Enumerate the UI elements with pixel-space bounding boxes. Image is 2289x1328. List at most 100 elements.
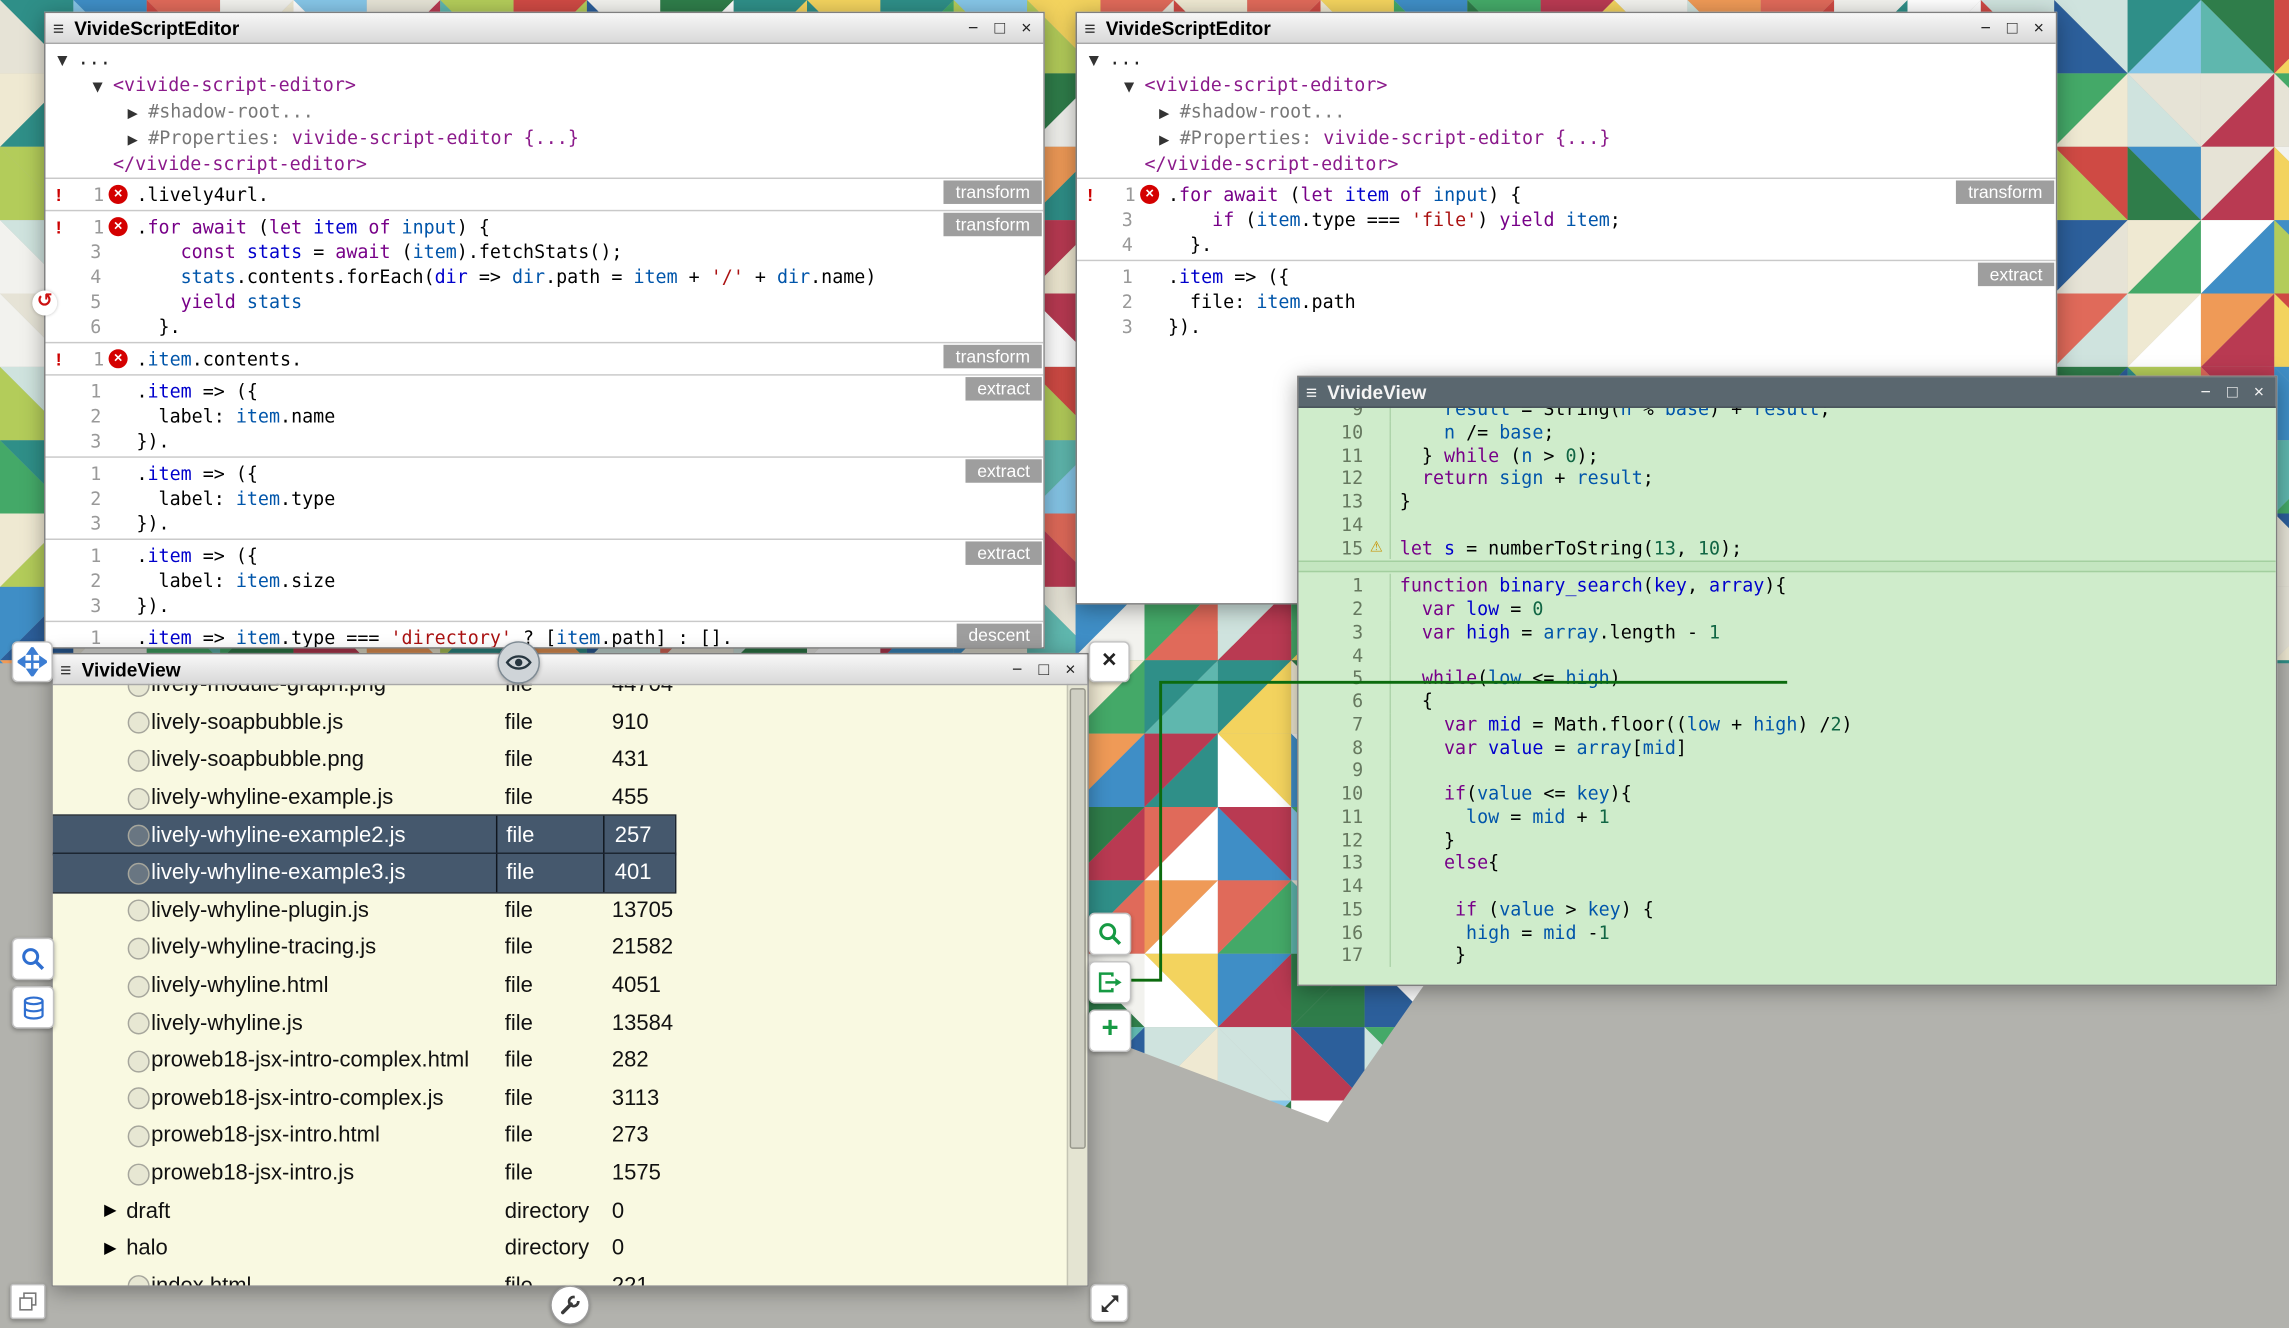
configure-button[interactable] xyxy=(550,1285,590,1325)
undo-step-icon[interactable]: ↺ xyxy=(32,291,57,316)
code-line[interactable]: 3 const stats = await (item).fetchStats(… xyxy=(45,239,1043,264)
tree-expand-arrow-icon[interactable]: ▼ xyxy=(1124,78,1145,100)
tree-expand-arrow-icon[interactable]: ▼ xyxy=(92,78,113,100)
code-line[interactable]: 9 xyxy=(1299,759,2276,782)
file-table-row[interactable]: index.htmlfile221 xyxy=(53,1267,675,1285)
code-line[interactable]: 5 while(low <= high) xyxy=(1299,667,2276,690)
code-line[interactable]: 1.item => ({ xyxy=(45,379,1043,404)
code-line[interactable]: 11 low = mid + 1 xyxy=(1299,805,2276,828)
code-line[interactable]: 10 n /= base; xyxy=(1299,421,2276,444)
tree-expand-arrow-icon[interactable]: ▼ xyxy=(57,51,78,73)
scrollbar-thumb[interactable] xyxy=(1070,688,1086,1149)
code-line[interactable]: 3}). xyxy=(45,593,1043,618)
code-line[interactable]: 9 result = String(n % base) + result; xyxy=(1299,406,2276,420)
resize-handle[interactable] xyxy=(1090,1284,1128,1322)
code-line[interactable]: 3 if (item.type === 'file') yield item; xyxy=(1077,207,2056,232)
file-table-row[interactable]: lively-whyline-example2.jsfile257 xyxy=(53,816,675,854)
dom-tree-node[interactable]: </vivide-script-editor> xyxy=(45,153,1043,175)
window-menu-icon[interactable]: ≡ xyxy=(60,658,71,680)
file-table-row[interactable]: proweb18-jsx-intro-complex.jsfile3113 xyxy=(53,1079,675,1117)
minimize-button[interactable]: − xyxy=(1012,656,1022,682)
maximize-button[interactable]: □ xyxy=(1038,656,1049,682)
code-line[interactable]: 12 } xyxy=(1299,828,2276,851)
window-menu-icon[interactable]: ≡ xyxy=(1306,381,1317,403)
code-line[interactable]: 4 stats.contents.forEach(dir => dir.path… xyxy=(45,264,1043,289)
dom-tree-node[interactable]: ▶#Properties: vivide-script-editor {...} xyxy=(1077,126,2056,152)
titlebar[interactable]: ≡ VivideScriptEditor − □ × xyxy=(1077,13,2056,44)
dom-tree-node[interactable]: ▼<vivide-script-editor> xyxy=(45,73,1043,99)
file-table-row[interactable]: lively-soapbubble.pngfile431 xyxy=(53,741,675,779)
code-line[interactable]: 13 else{ xyxy=(1299,851,2276,874)
dom-tree-node[interactable]: </vivide-script-editor> xyxy=(1077,153,2056,175)
minimize-button[interactable]: − xyxy=(968,15,978,41)
tree-expand-arrow-icon[interactable]: ▶ xyxy=(1159,131,1180,153)
code-line[interactable]: 7 var mid = Math.floor((low + high) /2) xyxy=(1299,713,2276,736)
file-table-row[interactable]: proweb18-jsx-intro-complex.htmlfile282 xyxy=(53,1042,675,1080)
directory-expand-arrow-icon[interactable]: ▶ xyxy=(104,1238,116,1257)
export-target-button[interactable] xyxy=(1089,961,1132,1004)
file-table-row[interactable]: proweb18-jsx-intro.htmlfile273 xyxy=(53,1117,675,1155)
code-line[interactable]: 17 } xyxy=(1299,944,2276,967)
titlebar[interactable]: ≡ VivideScriptEditor − □ × xyxy=(45,13,1043,44)
code-line[interactable]: 15⚠let s = numberToString(13, 10); xyxy=(1299,536,2276,559)
tree-expand-arrow-icon[interactable]: ▶ xyxy=(128,131,149,153)
code-block[interactable]: 1function binary_search(key, array){2 va… xyxy=(1299,574,2276,967)
close-button[interactable]: × xyxy=(1021,15,1031,41)
code-line[interactable]: 11 } while (n > 0); xyxy=(1299,444,2276,467)
inspect-search-button[interactable] xyxy=(12,938,55,981)
code-line[interactable]: 14 xyxy=(1299,513,2276,536)
maximize-button[interactable]: □ xyxy=(994,15,1005,41)
code-view-body[interactable]: 9 result = String(n % base) + result;10 … xyxy=(1299,406,2276,984)
code-line[interactable]: 3 var high = array.length - 1 xyxy=(1299,620,2276,643)
code-line[interactable]: 3}). xyxy=(1077,314,2056,339)
code-line[interactable]: !1×.for await (let item of input) { xyxy=(1077,182,2056,207)
file-table-row[interactable]: lively-whyline.htmlfile4051 xyxy=(53,967,675,1005)
code-line[interactable]: !1×.item.contents. xyxy=(45,346,1043,371)
tree-expand-arrow-icon[interactable]: ▼ xyxy=(1089,51,1110,73)
code-line[interactable]: 1.item => item.type === 'directory' ? [i… xyxy=(45,625,1043,647)
directory-expand-arrow-icon[interactable]: ▶ xyxy=(104,1200,116,1219)
file-table-row[interactable]: lively-soapbubble.jsfile910 xyxy=(53,704,675,742)
code-line[interactable]: 5 yield stats xyxy=(45,289,1043,314)
code-line[interactable]: 6 }. xyxy=(45,314,1043,339)
titlebar[interactable]: ≡ VivideView − □ × xyxy=(1299,377,2276,408)
code-line[interactable]: 16 high = mid -1 xyxy=(1299,921,2276,944)
dom-tree-node[interactable]: ▼<vivide-script-editor> xyxy=(1077,73,2056,99)
close-button[interactable]: × xyxy=(1065,656,1075,682)
file-table-row[interactable]: lively-whyline-example3.jsfile401 xyxy=(53,854,675,892)
code-line[interactable]: !1×.for await (let item of input) { xyxy=(45,214,1043,239)
code-line[interactable]: 1function binary_search(key, array){ xyxy=(1299,574,2276,597)
dom-tree-node[interactable]: ▼... xyxy=(45,47,1043,73)
data-source-button[interactable] xyxy=(12,986,55,1029)
tree-expand-arrow-icon[interactable]: ▶ xyxy=(1159,104,1180,126)
code-line[interactable]: 2 label: item.type xyxy=(45,486,1043,511)
preview-eye-button[interactable] xyxy=(497,641,540,684)
code-line[interactable]: 3}). xyxy=(45,511,1043,536)
file-table-row[interactable]: lively-whyline-tracing.jsfile21582 xyxy=(53,929,675,967)
dom-tree-node[interactable]: ▶#shadow-root... xyxy=(1077,100,2056,126)
file-table-row[interactable]: ▶draftdirectory0 xyxy=(53,1192,675,1230)
query-search-button[interactable] xyxy=(1089,913,1132,956)
dom-tree-node[interactable]: ▼... xyxy=(1077,47,2056,73)
code-line[interactable]: 2 label: item.size xyxy=(45,568,1043,593)
close-button[interactable]: × xyxy=(2034,15,2044,41)
code-line[interactable]: 3}). xyxy=(45,428,1043,453)
maximize-button[interactable]: □ xyxy=(2007,15,2018,41)
file-table-row[interactable]: lively-whyline-plugin.jsfile13705 xyxy=(53,891,675,929)
vertical-scrollbar[interactable] xyxy=(1067,684,1088,1286)
close-view-button[interactable]: × xyxy=(1089,641,1130,682)
code-line[interactable]: 2 var low = 0 xyxy=(1299,597,2276,620)
code-block[interactable]: 9 result = String(n % base) + result;10 … xyxy=(1299,406,2276,559)
titlebar[interactable]: ≡ VivideView − □ × xyxy=(53,654,1087,685)
code-line[interactable]: 8 var value = array[mid] xyxy=(1299,736,2276,759)
dom-tree-node[interactable]: ▶#shadow-root... xyxy=(45,100,1043,126)
code-line[interactable]: 13} xyxy=(1299,490,2276,513)
file-table-row[interactable]: lively-module-graph.pngfile44704 xyxy=(53,684,675,704)
dom-tree-node[interactable]: ▶#Properties: vivide-script-editor {...} xyxy=(45,126,1043,152)
tree-expand-arrow-icon[interactable]: ▶ xyxy=(128,104,149,126)
window-menu-icon[interactable]: ≡ xyxy=(53,17,64,39)
minimize-button[interactable]: − xyxy=(1980,15,1990,41)
minimize-button[interactable]: − xyxy=(2201,379,2211,405)
move-handle-button[interactable] xyxy=(12,641,53,682)
copy-view-button[interactable] xyxy=(10,1284,45,1319)
